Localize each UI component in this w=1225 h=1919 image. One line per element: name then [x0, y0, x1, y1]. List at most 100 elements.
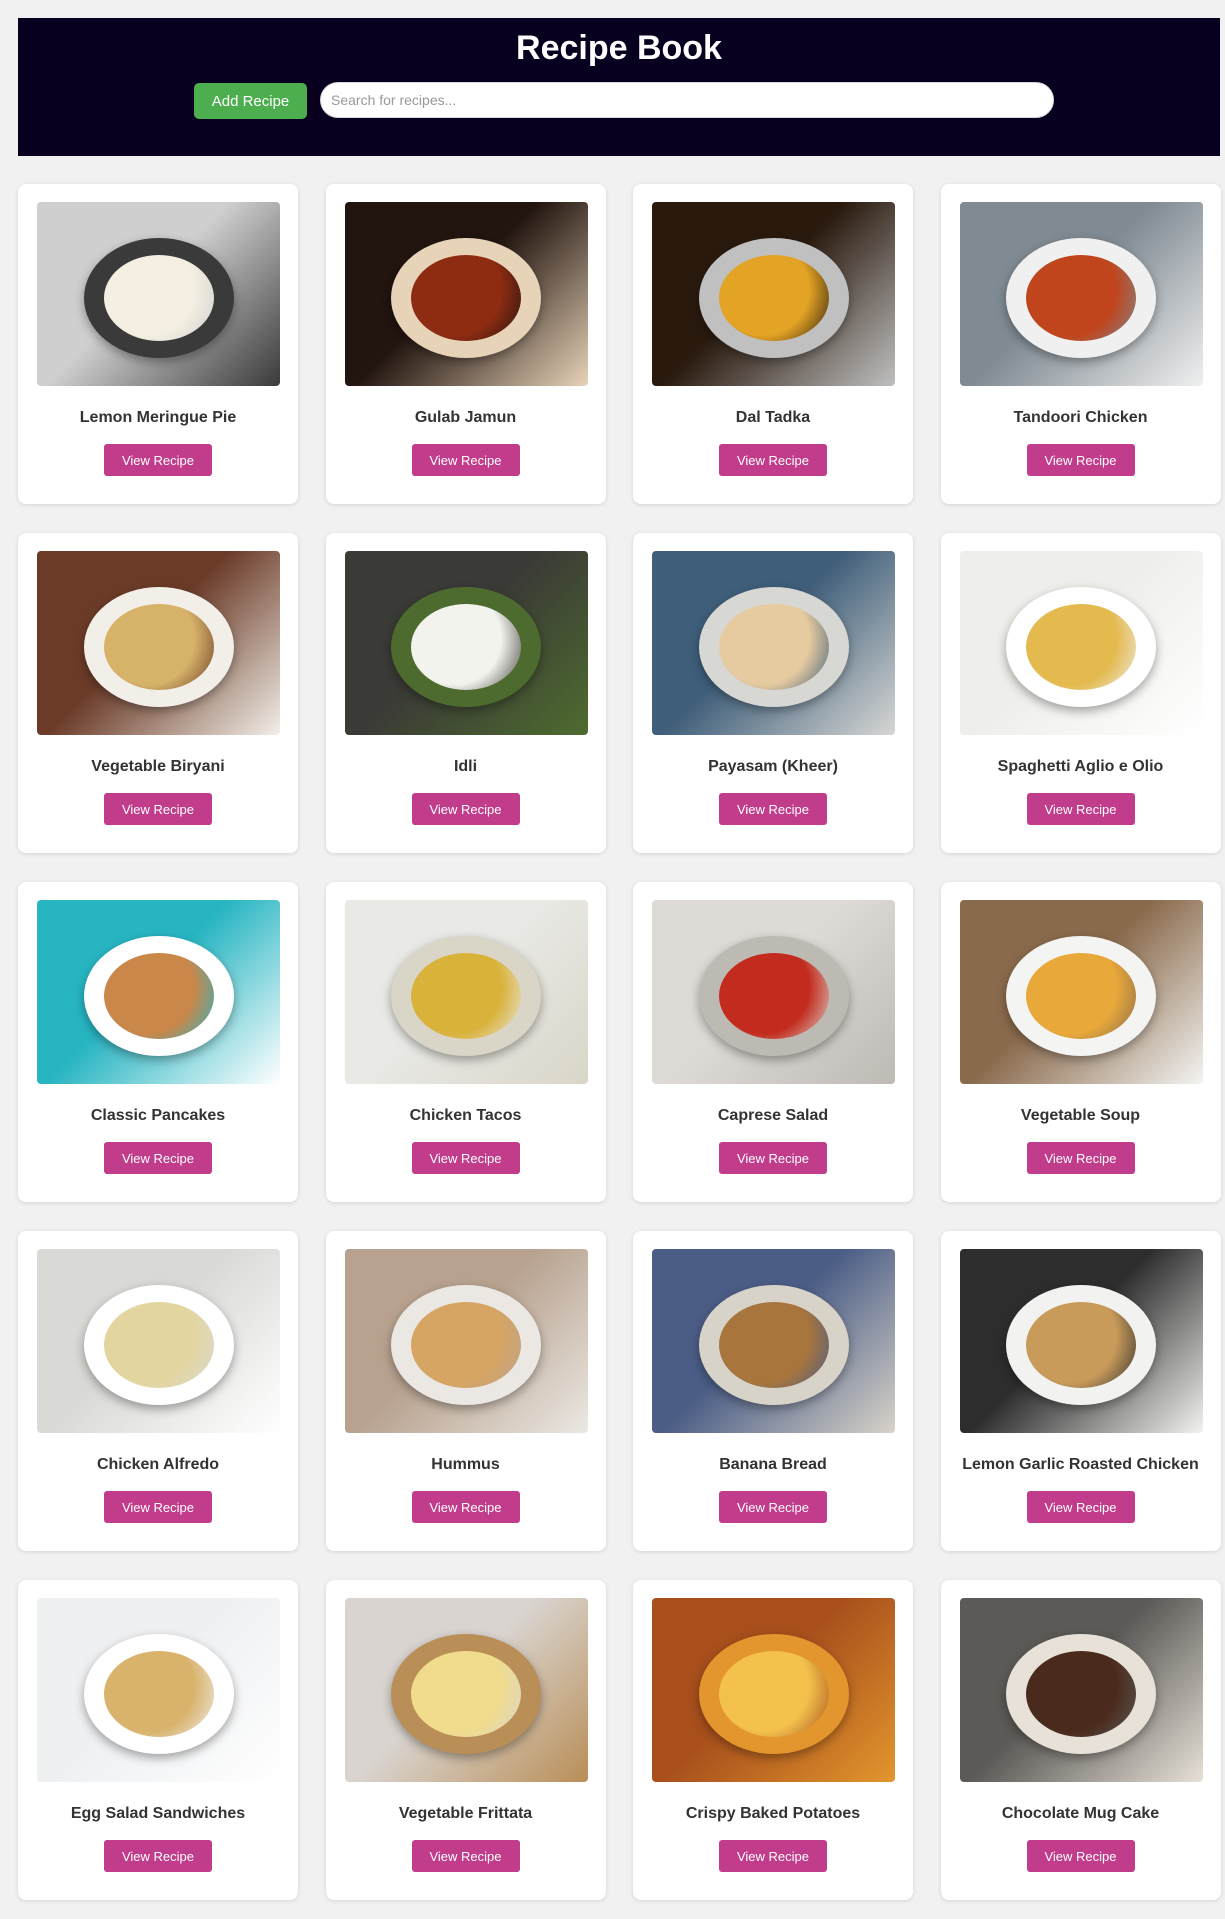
- recipe-title: Banana Bread: [719, 1456, 827, 1473]
- recipe-title: Dal Tadka: [735, 409, 811, 426]
- view-recipe-button[interactable]: View Recipe: [719, 444, 827, 476]
- view-recipe-button[interactable]: View Recipe: [104, 444, 212, 476]
- view-recipe-button[interactable]: View Recipe: [719, 793, 827, 825]
- food-shape: [718, 603, 829, 690]
- recipe-title: Payasam (Kheer): [708, 758, 838, 775]
- recipe-card: Idli View Recipe: [325, 533, 606, 853]
- chocolate-mug-cake-photo: [959, 1598, 1203, 1782]
- food-shape: [1026, 1650, 1136, 1737]
- view-recipe-button[interactable]: View Recipe: [1026, 793, 1135, 825]
- food-shape: [411, 1301, 521, 1388]
- food-shape: [103, 952, 214, 1039]
- dal-tadka-photo: [652, 202, 895, 386]
- view-recipe-button[interactable]: View Recipe: [1026, 1840, 1135, 1872]
- recipe-title: Gulab Jamun: [414, 409, 517, 426]
- recipe-card: Classic Pancakes View Recipe: [18, 882, 298, 1202]
- food-shape: [103, 254, 214, 341]
- idli-photo: [344, 551, 588, 735]
- recipe-card: Gulab Jamun View Recipe: [325, 184, 606, 504]
- recipe-card: Vegetable Frittata View Recipe: [325, 1580, 606, 1900]
- recipe-card: Lemon Garlic Roasted Chicken View Recipe: [940, 1231, 1221, 1551]
- recipe-title: Lemon Meringue Pie: [79, 409, 237, 426]
- food-shape: [103, 1650, 214, 1737]
- chicken-alfredo-photo: [37, 1249, 280, 1433]
- recipe-card: Vegetable Soup View Recipe: [940, 882, 1221, 1202]
- food-shape: [411, 254, 521, 341]
- recipe-card: Vegetable Biryani View Recipe: [18, 533, 298, 853]
- recipe-card: Dal Tadka View Recipe: [633, 184, 913, 504]
- food-shape: [1026, 952, 1136, 1039]
- recipe-title: Spaghetti Aglio e Olio: [997, 758, 1164, 775]
- recipe-card: Caprese Salad View Recipe: [633, 882, 913, 1202]
- food-shape: [411, 603, 521, 690]
- food-shape: [1026, 1301, 1136, 1388]
- food-shape: [1026, 603, 1136, 690]
- food-shape: [103, 1301, 214, 1388]
- vegetable-soup-photo: [959, 900, 1203, 1084]
- recipe-card: Chocolate Mug Cake View Recipe: [940, 1580, 1221, 1900]
- recipe-title: Tandoori Chicken: [1013, 409, 1148, 426]
- recipe-card: Hummus View Recipe: [325, 1231, 606, 1551]
- recipe-card: Spaghetti Aglio e Olio View Recipe: [940, 533, 1221, 853]
- recipe-title: Lemon Garlic Roasted Chicken: [962, 1456, 1199, 1473]
- crispy-baked-potatoes-photo: [652, 1598, 895, 1782]
- view-recipe-button[interactable]: View Recipe: [719, 1491, 827, 1523]
- recipe-title: Chicken Alfredo: [96, 1456, 220, 1473]
- view-recipe-button[interactable]: View Recipe: [104, 793, 212, 825]
- recipe-title: Idli: [453, 758, 478, 775]
- header: Recipe Book Add Recipe: [18, 18, 1220, 156]
- caprese-salad-photo: [652, 900, 895, 1084]
- recipe-title: Classic Pancakes: [90, 1107, 226, 1124]
- view-recipe-button[interactable]: View Recipe: [411, 1142, 520, 1174]
- view-recipe-button[interactable]: View Recipe: [411, 444, 520, 476]
- view-recipe-button[interactable]: View Recipe: [411, 1840, 520, 1872]
- page-title: Recipe Book: [516, 29, 722, 67]
- view-recipe-button[interactable]: View Recipe: [104, 1840, 212, 1872]
- view-recipe-button[interactable]: View Recipe: [1026, 1491, 1135, 1523]
- food-shape: [718, 1301, 829, 1388]
- vegetable-frittata-photo: [344, 1598, 588, 1782]
- search-input[interactable]: [320, 82, 1054, 118]
- recipe-title: Vegetable Soup: [1020, 1107, 1141, 1124]
- recipe-title: Vegetable Frittata: [398, 1805, 533, 1822]
- food-shape: [1026, 254, 1136, 341]
- banana-bread-photo: [652, 1249, 895, 1433]
- food-shape: [103, 603, 214, 690]
- food-shape: [411, 952, 521, 1039]
- recipe-title: Egg Salad Sandwiches: [70, 1805, 246, 1822]
- recipe-card: Crispy Baked Potatoes View Recipe: [633, 1580, 913, 1900]
- lemon-garlic-roasted-chicken-photo: [959, 1249, 1203, 1433]
- recipe-grid: Lemon Meringue Pie View Recipe Gulab Jamun…: [18, 184, 1221, 1900]
- view-recipe-button[interactable]: View Recipe: [411, 793, 520, 825]
- food-shape: [718, 254, 829, 341]
- view-recipe-button[interactable]: View Recipe: [719, 1142, 827, 1174]
- recipe-title: Crispy Baked Potatoes: [685, 1805, 861, 1822]
- view-recipe-button[interactable]: View Recipe: [411, 1491, 520, 1523]
- egg-salad-sandwiches-photo: [37, 1598, 280, 1782]
- recipe-card: Chicken Alfredo View Recipe: [18, 1231, 298, 1551]
- view-recipe-button[interactable]: View Recipe: [104, 1491, 212, 1523]
- vegetable-biryani-photo: [37, 551, 280, 735]
- payasam-kheer-photo: [652, 551, 895, 735]
- classic-pancakes-photo: [37, 900, 280, 1084]
- food-shape: [718, 952, 829, 1039]
- recipe-card: Chicken Tacos View Recipe: [325, 882, 606, 1202]
- hummus-photo: [344, 1249, 588, 1433]
- recipe-title: Chocolate Mug Cake: [1001, 1805, 1160, 1822]
- recipe-title: Chicken Tacos: [409, 1107, 522, 1124]
- gulab-jamun-photo: [344, 202, 588, 386]
- view-recipe-button[interactable]: View Recipe: [1026, 444, 1135, 476]
- view-recipe-button[interactable]: View Recipe: [719, 1840, 827, 1872]
- view-recipe-button[interactable]: View Recipe: [1026, 1142, 1135, 1174]
- food-shape: [718, 1650, 829, 1737]
- recipe-card: Payasam (Kheer) View Recipe: [633, 533, 913, 853]
- recipe-title: Hummus: [431, 1456, 500, 1473]
- add-recipe-button[interactable]: Add Recipe: [194, 83, 307, 119]
- tandoori-chicken-photo: [959, 202, 1203, 386]
- recipe-card: Banana Bread View Recipe: [633, 1231, 913, 1551]
- food-shape: [411, 1650, 521, 1737]
- recipe-card: Lemon Meringue Pie View Recipe: [18, 184, 298, 504]
- chicken-tacos-photo: [344, 900, 588, 1084]
- view-recipe-button[interactable]: View Recipe: [104, 1142, 212, 1174]
- recipe-card: Tandoori Chicken View Recipe: [940, 184, 1221, 504]
